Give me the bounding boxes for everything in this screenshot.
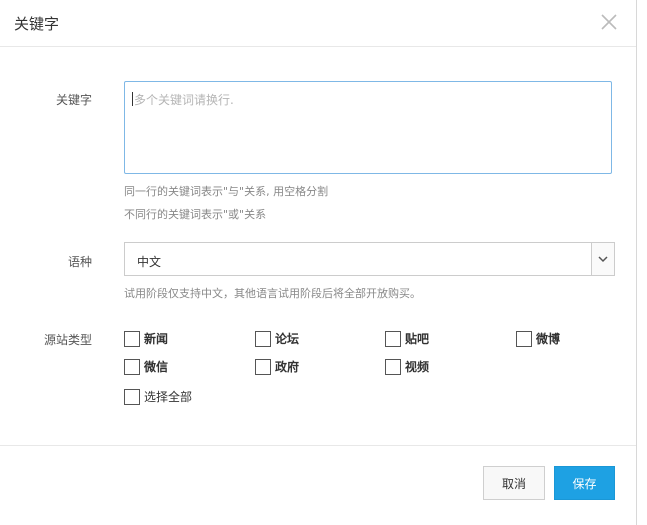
keyword-hint-line1: 同一行的关键词表示"与"关系, 用空格分割 <box>124 185 329 198</box>
checkbox-label: 微信 <box>144 360 169 374</box>
dialog-title: 关键字 <box>14 15 60 33</box>
checkbox-video[interactable]: 视频 <box>385 358 429 375</box>
checkbox-box[interactable] <box>124 388 140 405</box>
checkbox-label: 微博 <box>536 332 561 346</box>
keyword-hint-line2: 不同行的关键词表示"或"关系 <box>124 208 267 221</box>
checkbox-box[interactable] <box>255 330 271 347</box>
checkbox-label: 选择全部 <box>144 390 193 404</box>
save-button[interactable]: 保存 <box>554 466 615 500</box>
footer-divider <box>0 445 636 446</box>
checkbox-box[interactable] <box>385 358 401 375</box>
checkbox-box[interactable] <box>124 330 140 347</box>
checkbox-box[interactable] <box>516 330 532 347</box>
keyword-placeholder: 多个关键词请换行. <box>134 93 234 107</box>
checkbox-news[interactable]: 新闻 <box>124 330 168 347</box>
checkbox-label: 视频 <box>405 360 430 374</box>
language-select[interactable]: 中文 <box>124 242 615 276</box>
keyword-label: 关键字 <box>55 93 92 107</box>
dialog-header: 关键字 <box>0 0 636 47</box>
checkbox-wechat[interactable]: 微信 <box>124 358 168 375</box>
checkbox-box[interactable] <box>385 330 401 347</box>
close-icon[interactable] <box>599 12 619 32</box>
text-caret <box>132 92 133 106</box>
keyword-textarea[interactable]: 多个关键词请换行. <box>124 81 612 174</box>
checkbox-label: 新闻 <box>144 332 169 346</box>
checkbox-weibo[interactable]: 微博 <box>516 330 560 347</box>
checkbox-label: 论坛 <box>275 332 300 346</box>
checkbox-label: 贴吧 <box>405 332 430 346</box>
checkbox-forum[interactable]: 论坛 <box>255 330 299 347</box>
chevron-down-icon[interactable] <box>591 243 614 275</box>
checkbox-select-all[interactable]: 选择全部 <box>124 388 192 405</box>
cancel-button[interactable]: 取消 <box>483 466 545 500</box>
source-type-label: 源站类型 <box>43 333 92 347</box>
language-hint: 试用阶段仅支持中文，其他语言试用阶段后将全部开放购买。 <box>124 287 421 300</box>
checkbox-box[interactable] <box>124 358 140 375</box>
checkbox-government[interactable]: 政府 <box>255 358 299 375</box>
language-selected-value: 中文 <box>137 255 162 269</box>
checkbox-tieba[interactable]: 贴吧 <box>385 330 429 347</box>
checkbox-box[interactable] <box>255 358 271 375</box>
keyword-dialog: 关键字 关键字 多个关键词请换行. 同一行的关键词表示"与"关系, 用空格分割 … <box>0 0 637 525</box>
language-label: 语种 <box>67 255 92 269</box>
checkbox-label: 政府 <box>275 360 300 374</box>
